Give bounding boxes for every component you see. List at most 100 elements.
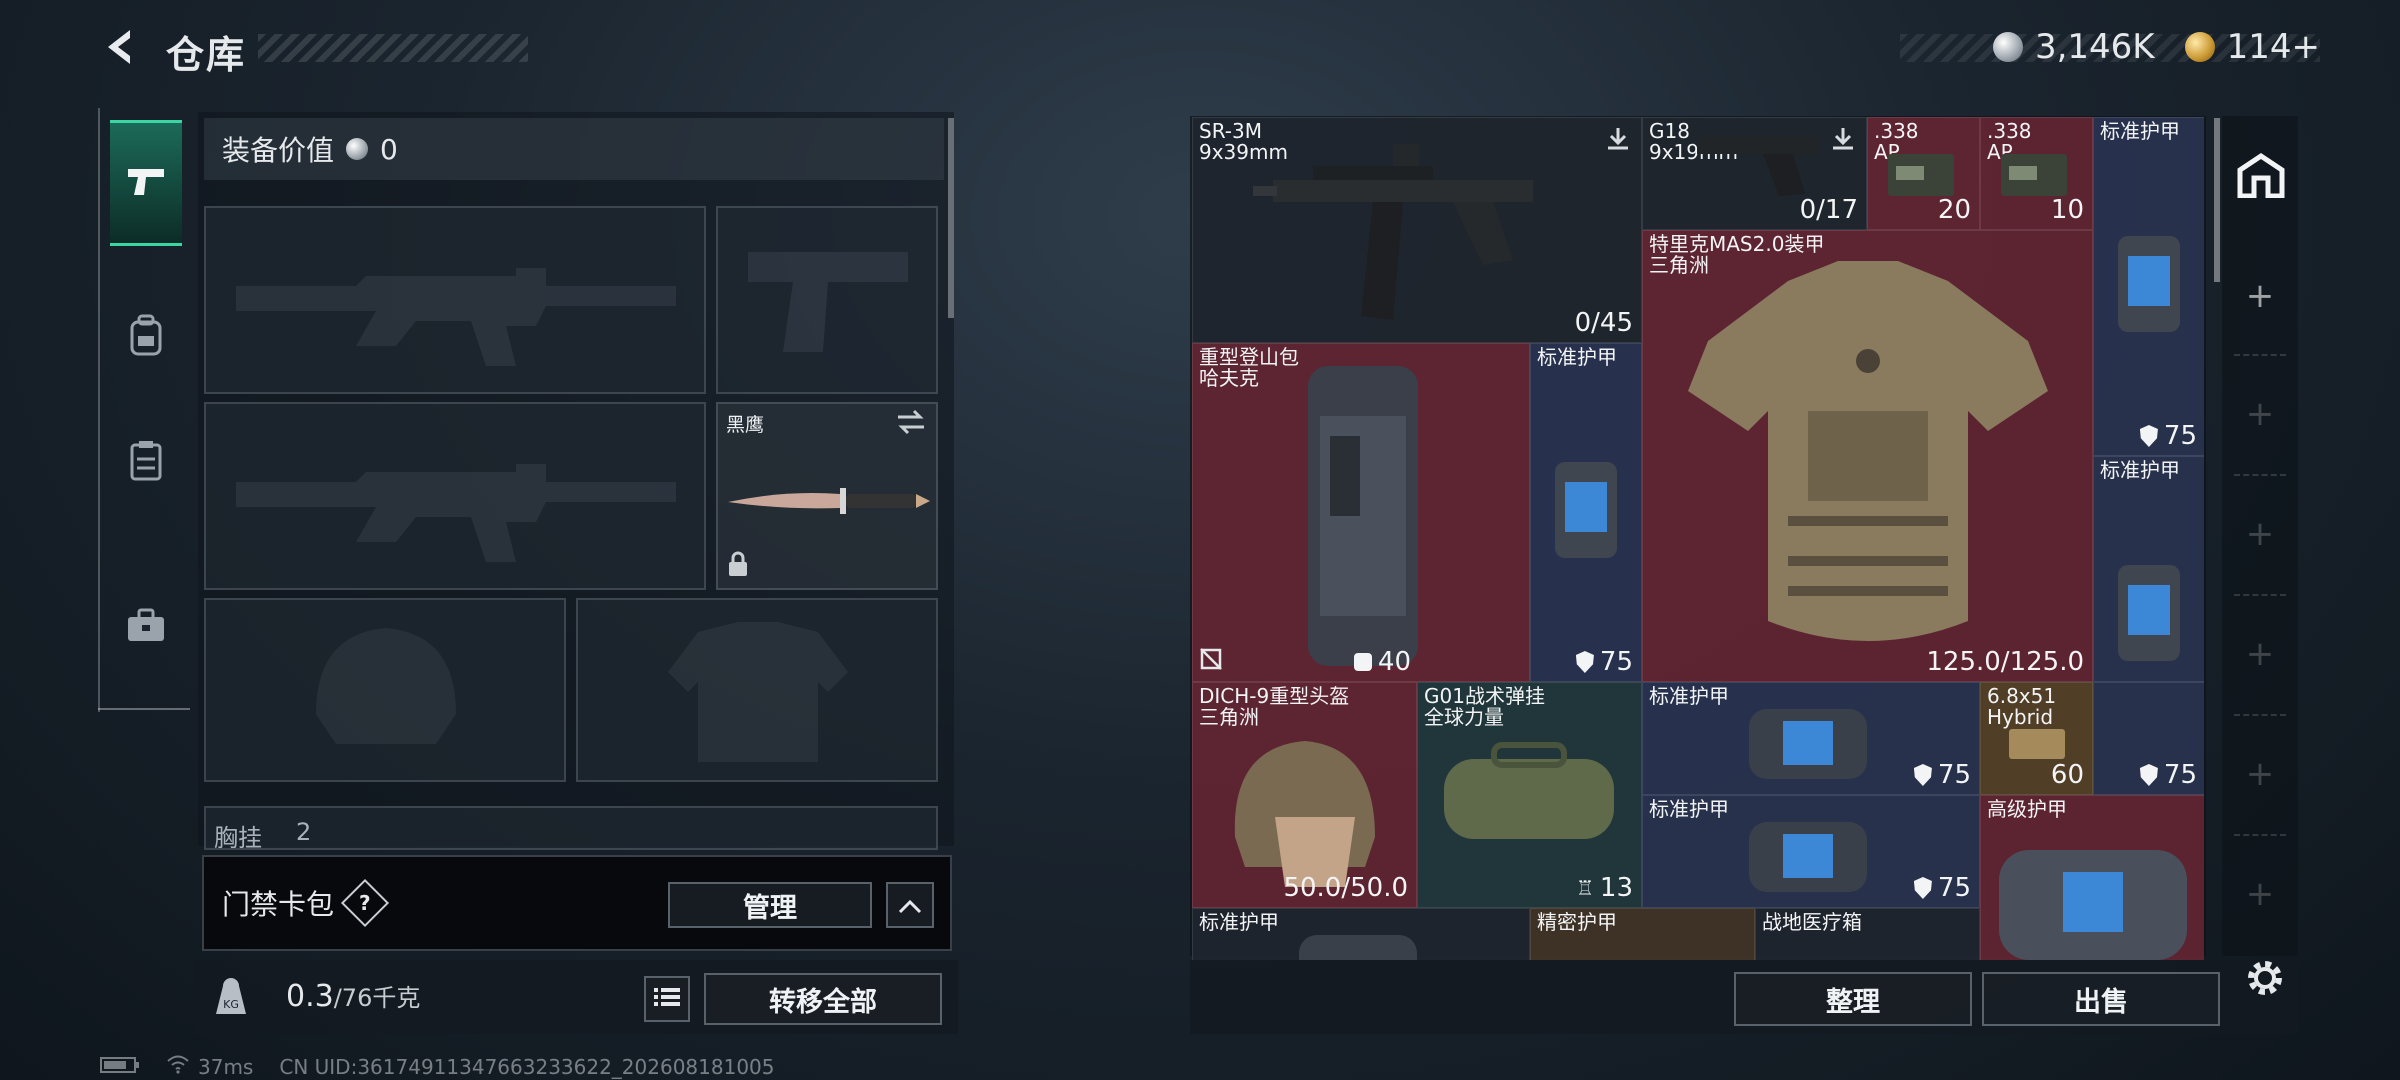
stash-item-g18[interactable]: G18 9x19mm 0/17: [1642, 117, 1867, 230]
stash-item-standard-armor[interactable]: 标准护甲 75: [2093, 117, 2204, 456]
item-name: DICH-9重型头盔 三角洲: [1199, 684, 1350, 729]
item-value: 0/17: [1799, 195, 1858, 225]
silver-coin-icon: [1992, 32, 2023, 62]
sort-button[interactable]: 整理: [1734, 972, 1972, 1026]
gold-coin-icon: [2184, 32, 2215, 62]
rail-separator: [2234, 594, 2286, 596]
back-button[interactable]: [96, 26, 146, 72]
stash-item-heavy-backpack[interactable]: 重型登山包 哈夫克 40: [1192, 343, 1530, 682]
armor-icon: [1575, 651, 1594, 673]
download-icon[interactable]: [1830, 126, 1856, 156]
transfer-all-button[interactable]: 转移全部: [704, 973, 942, 1025]
helmet-slot[interactable]: [204, 598, 566, 782]
item-name: 标准护甲: [1649, 797, 1729, 821]
capacity-icon: [1353, 653, 1372, 671]
stash-item-tric-mas-armor[interactable]: 特里克MAS2.0装甲 三角洲 125.0/125.0: [1642, 230, 2093, 682]
locked-page-slot: +: [2245, 514, 2275, 554]
stash-grid: SR-3M 9x39mm 0/45 G18 9x19mm 0/17 .338 A…: [1192, 117, 2204, 960]
lock-icon: [726, 550, 750, 582]
item-value: 60: [2050, 760, 2084, 790]
rig-icon: ♖: [1575, 876, 1594, 900]
armor-slot[interactable]: [576, 598, 938, 782]
expand-button[interactable]: [886, 882, 934, 928]
manage-button[interactable]: 管理: [668, 882, 872, 928]
stash-item-g01-rig[interactable]: G01战术弹挂 全球力量 ♖ 13: [1417, 682, 1642, 908]
item-value: 20: [1937, 195, 1971, 225]
list-icon: [654, 984, 680, 1015]
armor-value: 75: [1937, 760, 1971, 790]
tab-case[interactable]: [110, 568, 182, 688]
armor-icon: [2139, 425, 2158, 447]
stash-item-sr3m[interactable]: SR-3M 9x39mm 0/45: [1192, 117, 1642, 343]
wifi-icon: [166, 1054, 190, 1079]
gold-amount[interactable]: 114+: [2227, 27, 2320, 67]
weight-readout: 0.3/76千克: [286, 978, 420, 1014]
tab-chest-rig[interactable]: [110, 403, 182, 523]
chest-rig-icon: [128, 439, 164, 487]
stash-item-field-medkit[interactable]: 战地医疗箱: [1755, 908, 1980, 960]
add-page-button[interactable]: +: [2222, 276, 2298, 316]
stash-item-advanced-armor[interactable]: 高级护甲: [1980, 795, 2204, 960]
primary-weapon-slot[interactable]: [204, 206, 706, 394]
armor-value: 75: [2163, 421, 2197, 451]
item-capacity: 40: [1353, 647, 1411, 677]
melee-slot[interactable]: 黑鹰: [716, 402, 938, 590]
item-name: 标准护甲: [1199, 910, 1279, 934]
tab-backpack[interactable]: [110, 278, 182, 398]
stash-scrollbar[interactable]: [2214, 118, 2220, 282]
stash-page-rail: + + + + + +: [2222, 116, 2298, 956]
equipment-value: 0: [380, 132, 398, 166]
silver-amount: 3,146K: [2034, 27, 2155, 67]
item-value: 75: [1575, 647, 1633, 677]
locked-page-slot: +: [2245, 754, 2275, 794]
keycard-label: 门禁卡包: [222, 888, 335, 921]
battery-icon: [100, 1055, 140, 1079]
secondary-weapon-slot[interactable]: [716, 206, 938, 394]
swap-icon[interactable]: [896, 408, 926, 440]
no-insure-icon: [1199, 647, 1223, 675]
title-decoration: [258, 34, 528, 62]
chest-rig-slot[interactable]: 胸挂 2: [204, 806, 938, 850]
pistol-icon: [124, 161, 168, 205]
settings-gear-icon[interactable]: [2242, 955, 2288, 1005]
equipment-scrollbar[interactable]: [948, 118, 954, 318]
silver-coin-icon: [346, 138, 369, 160]
item-name: 战地医疗箱: [1762, 910, 1862, 934]
stash-item-precision-armor[interactable]: 精密护甲: [1530, 908, 1755, 960]
stash-item-6.8x51-hybrid[interactable]: 6.8x51 Hybrid 60: [1980, 682, 2093, 795]
melee-name: 黑鹰: [726, 414, 765, 436]
locked-page-slot: +: [2245, 394, 2275, 434]
item-value: 0/45: [1574, 308, 1633, 338]
tab-weapons[interactable]: [110, 120, 182, 246]
stash-home-icon[interactable]: [2236, 152, 2286, 202]
rail-divider: [98, 708, 190, 710]
help-glyph: ?: [359, 890, 371, 915]
stash-item-338ap[interactable]: .338 AP 10: [1980, 117, 2093, 230]
armor-icon: [1913, 764, 1932, 786]
equipment-value-bar: 装备价值 0: [204, 118, 944, 180]
download-icon[interactable]: [1605, 126, 1631, 156]
sell-button[interactable]: 出售: [1982, 972, 2220, 1026]
help-icon[interactable]: ?: [340, 878, 390, 928]
item-value: 75: [1913, 873, 1971, 903]
network-status: 37ms: [166, 1054, 253, 1079]
category-rail: [98, 108, 192, 712]
stash-item-standard-armor[interactable]: 标准护甲 75: [1642, 795, 1980, 908]
stash-item-armor-stack[interactable]: 75: [2093, 682, 2204, 795]
item-value: 75: [2139, 760, 2197, 790]
weight-max: /76千克: [333, 984, 421, 1012]
stash-item-338ap[interactable]: .338 AP 20: [1867, 117, 1980, 230]
stash-item-standard-armor[interactable]: 标准护甲 75: [1642, 682, 1980, 795]
stash-item-standard-armor[interactable]: 标准护甲: [2093, 456, 2204, 682]
item-capacity: ♖ 13: [1576, 873, 1633, 903]
currency-bar: 3,146K 114+: [1992, 27, 2320, 67]
svg-text:KG: KG: [223, 998, 239, 1011]
stash-item-standard-armor[interactable]: 标准护甲 75: [1530, 343, 1642, 682]
stash-item-standard-armor[interactable]: 标准护甲: [1192, 908, 1530, 960]
list-view-button[interactable]: [644, 976, 690, 1022]
primary-weapon-slot-2[interactable]: [204, 402, 706, 590]
backpack-icon: [126, 314, 166, 362]
item-value: 50.0/50.0: [1283, 873, 1408, 903]
stash-item-dich9-helmet[interactable]: DICH-9重型头盔 三角洲 50.0/50.0: [1192, 682, 1417, 908]
armor-value: 75: [2163, 760, 2197, 790]
